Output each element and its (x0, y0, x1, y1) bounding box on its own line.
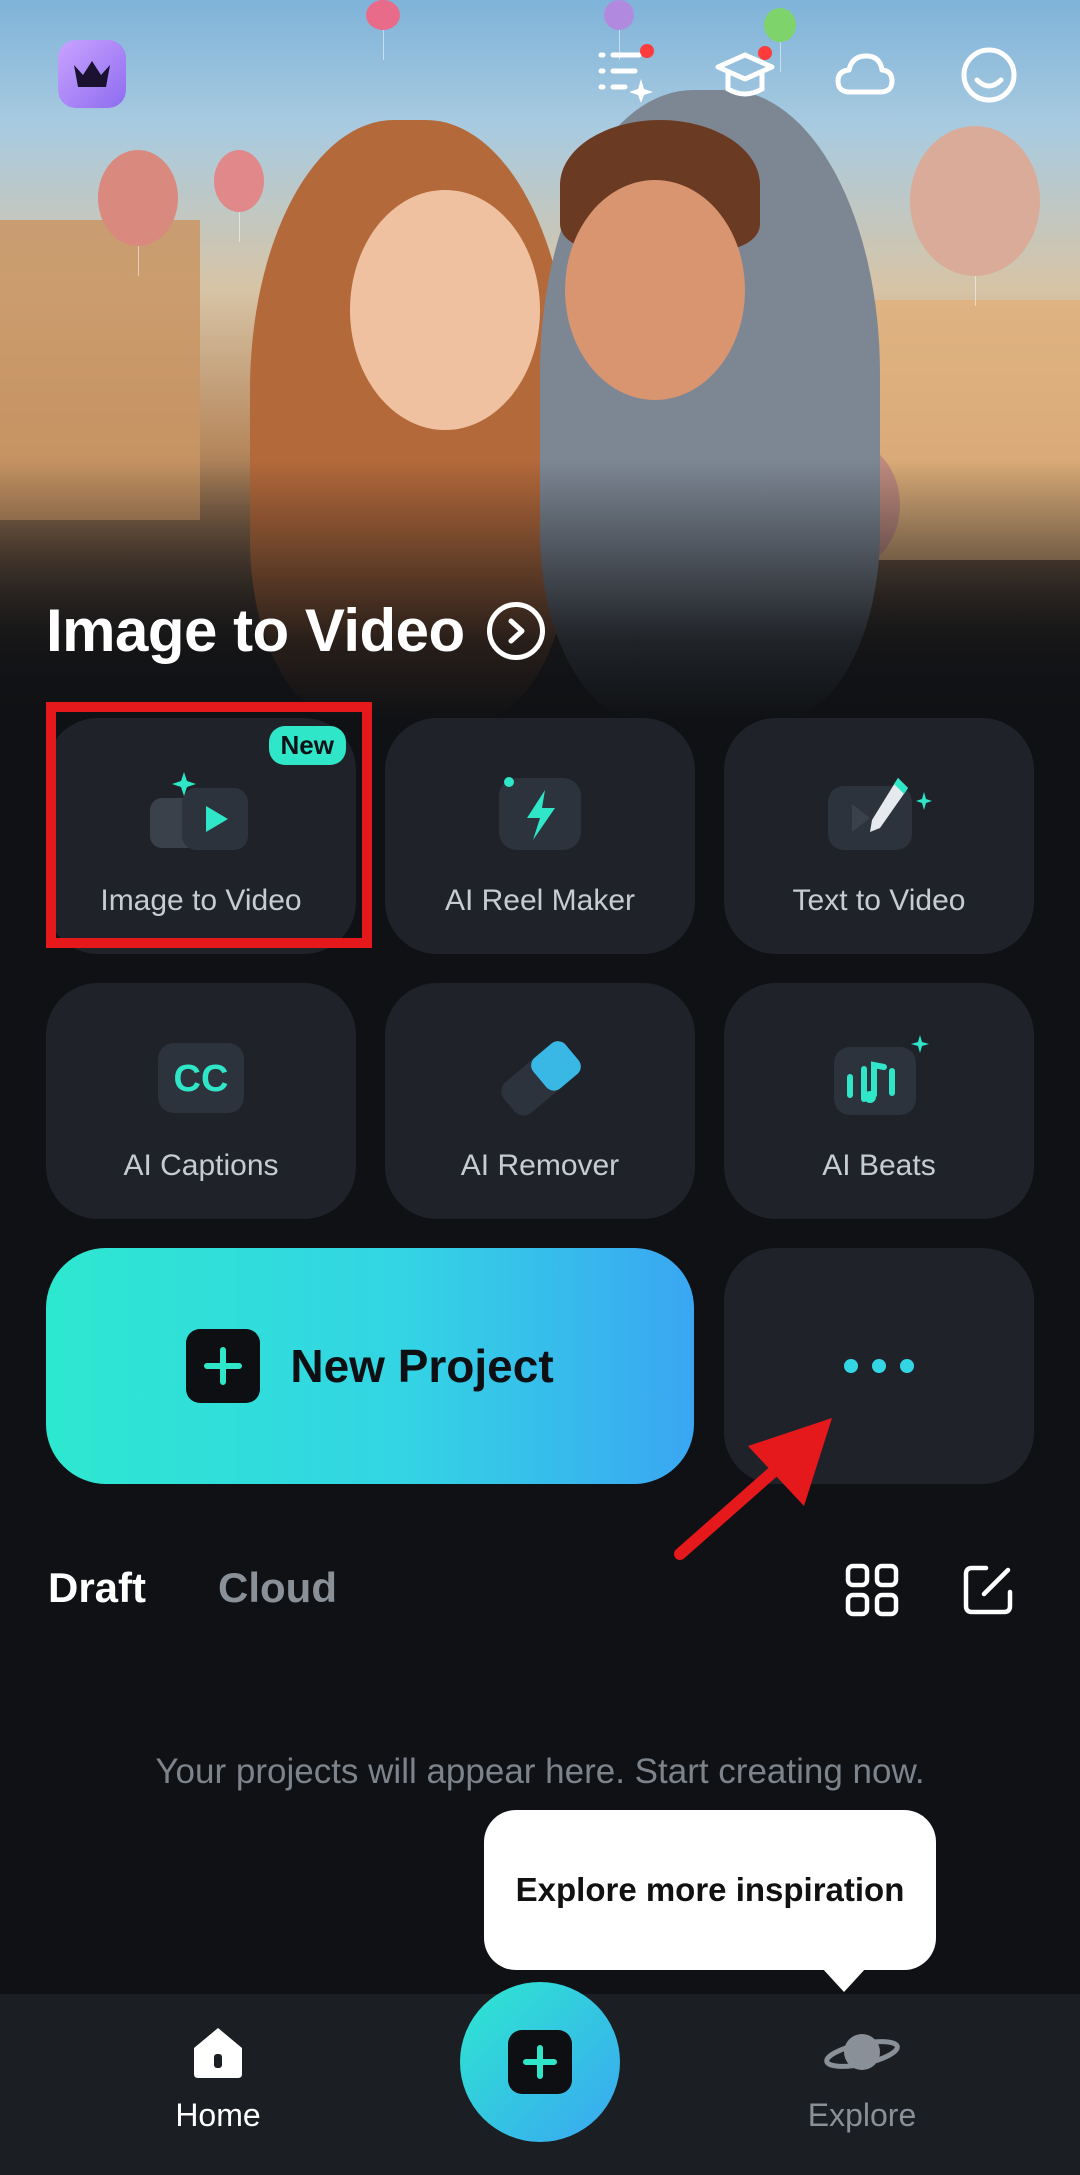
profile-button[interactable] (954, 40, 1024, 110)
more-dots-icon (872, 1359, 886, 1373)
cloud-icon (835, 53, 895, 95)
tool-ai-reel-maker[interactable]: AI Reel Maker (385, 718, 695, 954)
balloon (366, 0, 400, 60)
tool-ai-captions[interactable]: CC AI Captions (46, 983, 356, 1219)
nav-home[interactable]: Home (118, 2024, 318, 2134)
tool-label: AI Reel Maker (444, 884, 636, 917)
nav-explore[interactable]: Explore (762, 2024, 962, 2134)
tool-label: Text to Video (792, 884, 966, 917)
create-fab-button[interactable] (460, 1982, 620, 2142)
tool-label: AI Beats (822, 1149, 936, 1182)
plus-icon (508, 2030, 572, 2094)
svg-text:CC: CC (174, 1058, 229, 1100)
lightning-icon (499, 777, 581, 850)
tutorial-button[interactable] (710, 40, 780, 110)
balloon (214, 150, 264, 242)
empty-projects-message: Your projects will appear here. Start cr… (155, 1752, 925, 1791)
hero-gradient (0, 460, 1080, 720)
planet-icon (824, 2034, 900, 2070)
tab-cloud[interactable]: Cloud (218, 1564, 337, 1612)
tool-text-to-video[interactable]: Text to Video (724, 718, 1034, 954)
hero-banner[interactable]: Image to Video (0, 0, 1080, 720)
nav-home-label: Home (175, 2097, 261, 2133)
pencil-video-icon (828, 778, 932, 850)
smiley-icon (961, 47, 1017, 103)
premium-crown-button[interactable] (58, 40, 126, 108)
annotation-arrow (674, 1418, 832, 1560)
notification-dot (640, 44, 654, 58)
new-project-button[interactable]: New Project (46, 1248, 694, 1484)
highlight-box (46, 702, 372, 948)
hero-title: Image to Video (46, 597, 465, 664)
man-face (565, 180, 745, 400)
home-icon (194, 2028, 242, 2078)
more-dots-icon (844, 1359, 858, 1373)
plus-icon (186, 1329, 261, 1403)
nav-explore-label: Explore (807, 2097, 917, 2133)
more-dots-icon (900, 1359, 914, 1373)
tool-ai-beats[interactable]: AI Beats (724, 983, 1034, 1219)
explore-tooltip[interactable]: Explore more inspiration (484, 1810, 936, 1992)
tooltip-text: Explore more inspiration (515, 1871, 905, 1908)
balloon (98, 150, 178, 276)
cc-icon: CC (158, 1043, 244, 1113)
grid-view-icon[interactable] (844, 1562, 900, 1618)
tool-label: AI Remover (460, 1149, 620, 1182)
eraser-icon (501, 1041, 581, 1116)
chevron-right-circle-icon (486, 601, 545, 660)
edit-icon[interactable] (960, 1562, 1016, 1618)
new-project-label: New Project (290, 1340, 554, 1392)
project-tabs: Draft Cloud (48, 1564, 337, 1612)
task-list-button[interactable] (590, 40, 660, 110)
tab-draft[interactable]: Draft (48, 1564, 146, 1612)
tool-ai-remover[interactable]: AI Remover (385, 983, 695, 1219)
hero-title-link[interactable]: Image to Video (46, 596, 545, 665)
tool-label: AI Captions (123, 1149, 279, 1182)
notification-dot (758, 46, 772, 60)
balloon (764, 8, 796, 72)
cloud-button[interactable] (830, 40, 900, 110)
music-beats-icon (834, 1035, 929, 1115)
woman-face (350, 190, 540, 430)
balloon (604, 0, 634, 60)
crown-icon (74, 61, 110, 87)
balloon (910, 126, 1040, 306)
